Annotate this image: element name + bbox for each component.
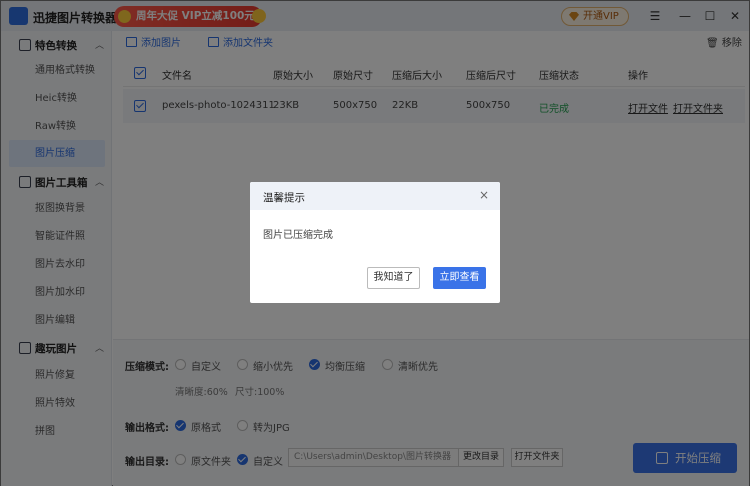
notice-dialog: 温馨提示 × 图片已压缩完成 我知道了 立即查看 xyxy=(250,182,500,303)
close-icon[interactable]: × xyxy=(479,188,489,202)
got-it-button[interactable]: 我知道了 xyxy=(367,267,420,289)
dialog-header: 温馨提示 × xyxy=(250,182,500,210)
dialog-title: 温馨提示 xyxy=(263,192,305,204)
view-now-button[interactable]: 立即查看 xyxy=(433,267,486,289)
dialog-message: 图片已压缩完成 xyxy=(263,230,333,241)
